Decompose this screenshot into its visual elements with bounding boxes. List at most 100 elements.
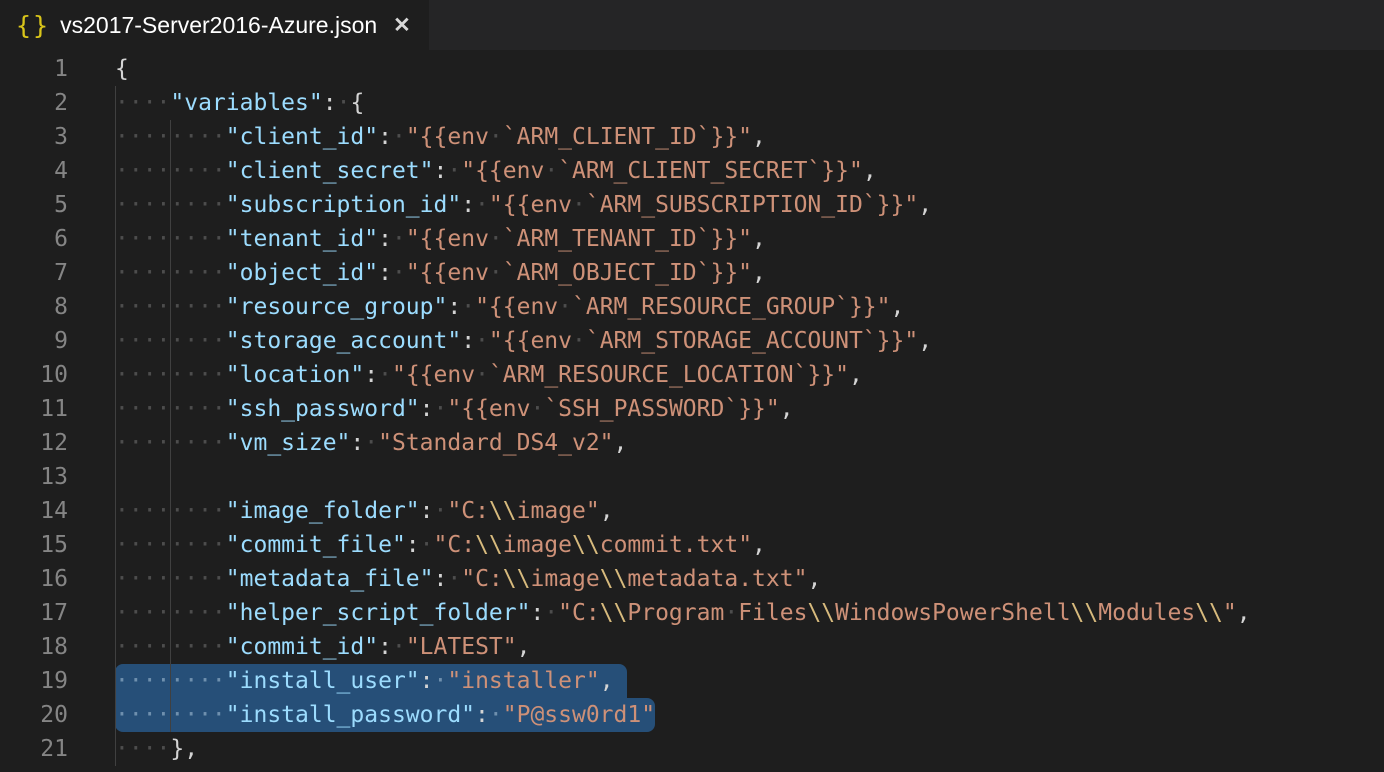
code-token: · <box>392 260 406 286</box>
code-token: WindowsPowerShell <box>835 600 1070 626</box>
code-token: · <box>434 498 448 524</box>
code-line[interactable]: ········"metadata_file":·"C:\\image\\met… <box>115 562 821 596</box>
code-token: \\ <box>1071 600 1099 626</box>
code-line[interactable]: ········"install_password":·"P@ssw0rd1" <box>115 698 655 732</box>
code-token: `ARM_RESOURCE_LOCATION`}}" <box>489 362 849 388</box>
editor[interactable]: 1{2····"variables":·{3········"client_id… <box>0 50 1384 772</box>
line-number: 21 <box>0 732 68 766</box>
code-token: : <box>378 634 392 660</box>
code-token: , <box>600 668 614 694</box>
code-token: ········ <box>115 328 226 354</box>
tab-close-icon[interactable]: ✕ <box>393 13 411 38</box>
code-token: : <box>378 260 392 286</box>
code-token: ········ <box>115 566 226 592</box>
code-token: "{{env <box>447 396 530 422</box>
code-token: `ARM_SUBSCRIPTION_ID`}}" <box>586 192 918 218</box>
code-line[interactable]: ····"variables":·{ <box>115 86 364 120</box>
line-number: 11 <box>0 392 68 426</box>
line-number: 1 <box>0 52 68 86</box>
tab-vs2017-server2016-azure-json[interactable]: {} vs2017-Server2016-Azure.json ✕ <box>0 0 429 50</box>
code-token: " <box>1223 600 1237 626</box>
code-line[interactable]: ········"helper_script_folder":·"C:\\Pro… <box>115 596 1251 630</box>
code-token: , <box>918 192 932 218</box>
code-token: , <box>752 226 766 252</box>
code-token: "{{env <box>406 226 489 252</box>
code-line[interactable]: ········"install_user":·"installer", <box>115 664 614 698</box>
code-token: metadata.txt" <box>627 566 807 592</box>
code-token: "installer" <box>447 668 599 694</box>
code-token: image" <box>517 498 600 524</box>
code-line[interactable]: ········"commit_id":·"LATEST", <box>115 630 530 664</box>
code-token: image <box>530 566 599 592</box>
code-token: "subscription_id" <box>226 192 461 218</box>
code-token: }, <box>170 736 198 762</box>
code-token: · <box>475 192 489 218</box>
line-number: 16 <box>0 562 68 596</box>
code-token: · <box>392 124 406 150</box>
code-line[interactable]: ········"tenant_id":·"{{env·`ARM_TENANT_… <box>115 222 766 256</box>
code-token: "ssh_password" <box>226 396 420 422</box>
code-token: · <box>544 158 558 184</box>
code-line[interactable]: ········"commit_file":·"C:\\image\\commi… <box>115 528 766 562</box>
code-line[interactable]: ········"client_id":·"{{env·`ARM_CLIENT_… <box>115 120 766 154</box>
code-token: · <box>378 362 392 388</box>
line-number: 15 <box>0 528 68 562</box>
code-token: · <box>392 634 406 660</box>
code-line[interactable]: ········"resource_group":·"{{env·`ARM_RE… <box>115 290 904 324</box>
code-token: Modules <box>1098 600 1195 626</box>
code-token: · <box>447 158 461 184</box>
code-token: commit.txt" <box>600 532 752 558</box>
code-token: "storage_account" <box>226 328 461 354</box>
line-number: 6 <box>0 222 68 256</box>
code-token: · <box>475 362 489 388</box>
code-token: "commit_file" <box>226 532 406 558</box>
code-token: ···· <box>115 736 170 762</box>
code-token: : <box>475 702 489 728</box>
code-line[interactable]: ········"subscription_id":·"{{env·`ARM_S… <box>115 188 932 222</box>
code-token: ········ <box>115 192 226 218</box>
code-token: ········ <box>115 226 226 252</box>
line-number: 3 <box>0 120 68 154</box>
json-braces-icon: {} <box>16 11 50 40</box>
code-line[interactable]: ········"image_folder":·"C:\\image", <box>115 494 614 528</box>
code-token: , <box>891 294 905 320</box>
code-token: \\ <box>489 498 517 524</box>
code-line[interactable]: ········"client_secret":·"{{env·`ARM_CLI… <box>115 154 877 188</box>
code-token: "{{env <box>489 192 572 218</box>
line-number: 8 <box>0 290 68 324</box>
code-token: ········ <box>115 634 226 660</box>
code-line[interactable]: ········"location":·"{{env·`ARM_RESOURCE… <box>115 358 863 392</box>
code-token: · <box>461 294 475 320</box>
line-number: 12 <box>0 426 68 460</box>
code-token: , <box>807 566 821 592</box>
code-token: , <box>863 158 877 184</box>
code-token: · <box>530 396 544 422</box>
line-number: 13 <box>0 460 68 494</box>
code-token: \\ <box>503 566 531 592</box>
code-line[interactable]: ········"storage_account":·"{{env·`ARM_S… <box>115 324 932 358</box>
code-token: "metadata_file" <box>226 566 434 592</box>
code-token: ···· <box>115 90 170 116</box>
code-token: , <box>600 498 614 524</box>
code-line[interactable]: ········"vm_size":·"Standard_DS4_v2", <box>115 426 627 460</box>
code-token: · <box>724 600 738 626</box>
code-token: "Standard_DS4_v2" <box>378 430 613 456</box>
code-token: : <box>420 396 434 422</box>
line-number: 14 <box>0 494 68 528</box>
code-token: , <box>849 362 863 388</box>
code-line[interactable]: ····}, <box>115 732 198 766</box>
code-token: \\ <box>572 532 600 558</box>
code-line[interactable]: { <box>115 52 129 86</box>
code-token: , <box>752 532 766 558</box>
tab-bar: {} vs2017-Server2016-Azure.json ✕ <box>0 0 1384 50</box>
code-token: "object_id" <box>226 260 378 286</box>
code-token: "P@ssw0rd1" <box>503 702 655 728</box>
code-token: "{{env <box>406 260 489 286</box>
code-token: · <box>475 328 489 354</box>
code-line[interactable]: ········"ssh_password":·"{{env·`SSH_PASS… <box>115 392 794 426</box>
code-token: · <box>489 260 503 286</box>
code-token: ········ <box>115 600 226 626</box>
code-line[interactable]: ········"object_id":·"{{env·`ARM_OBJECT_… <box>115 256 766 290</box>
code-token: `ARM_TENANT_ID`}}" <box>503 226 752 252</box>
code-token: : <box>447 294 461 320</box>
